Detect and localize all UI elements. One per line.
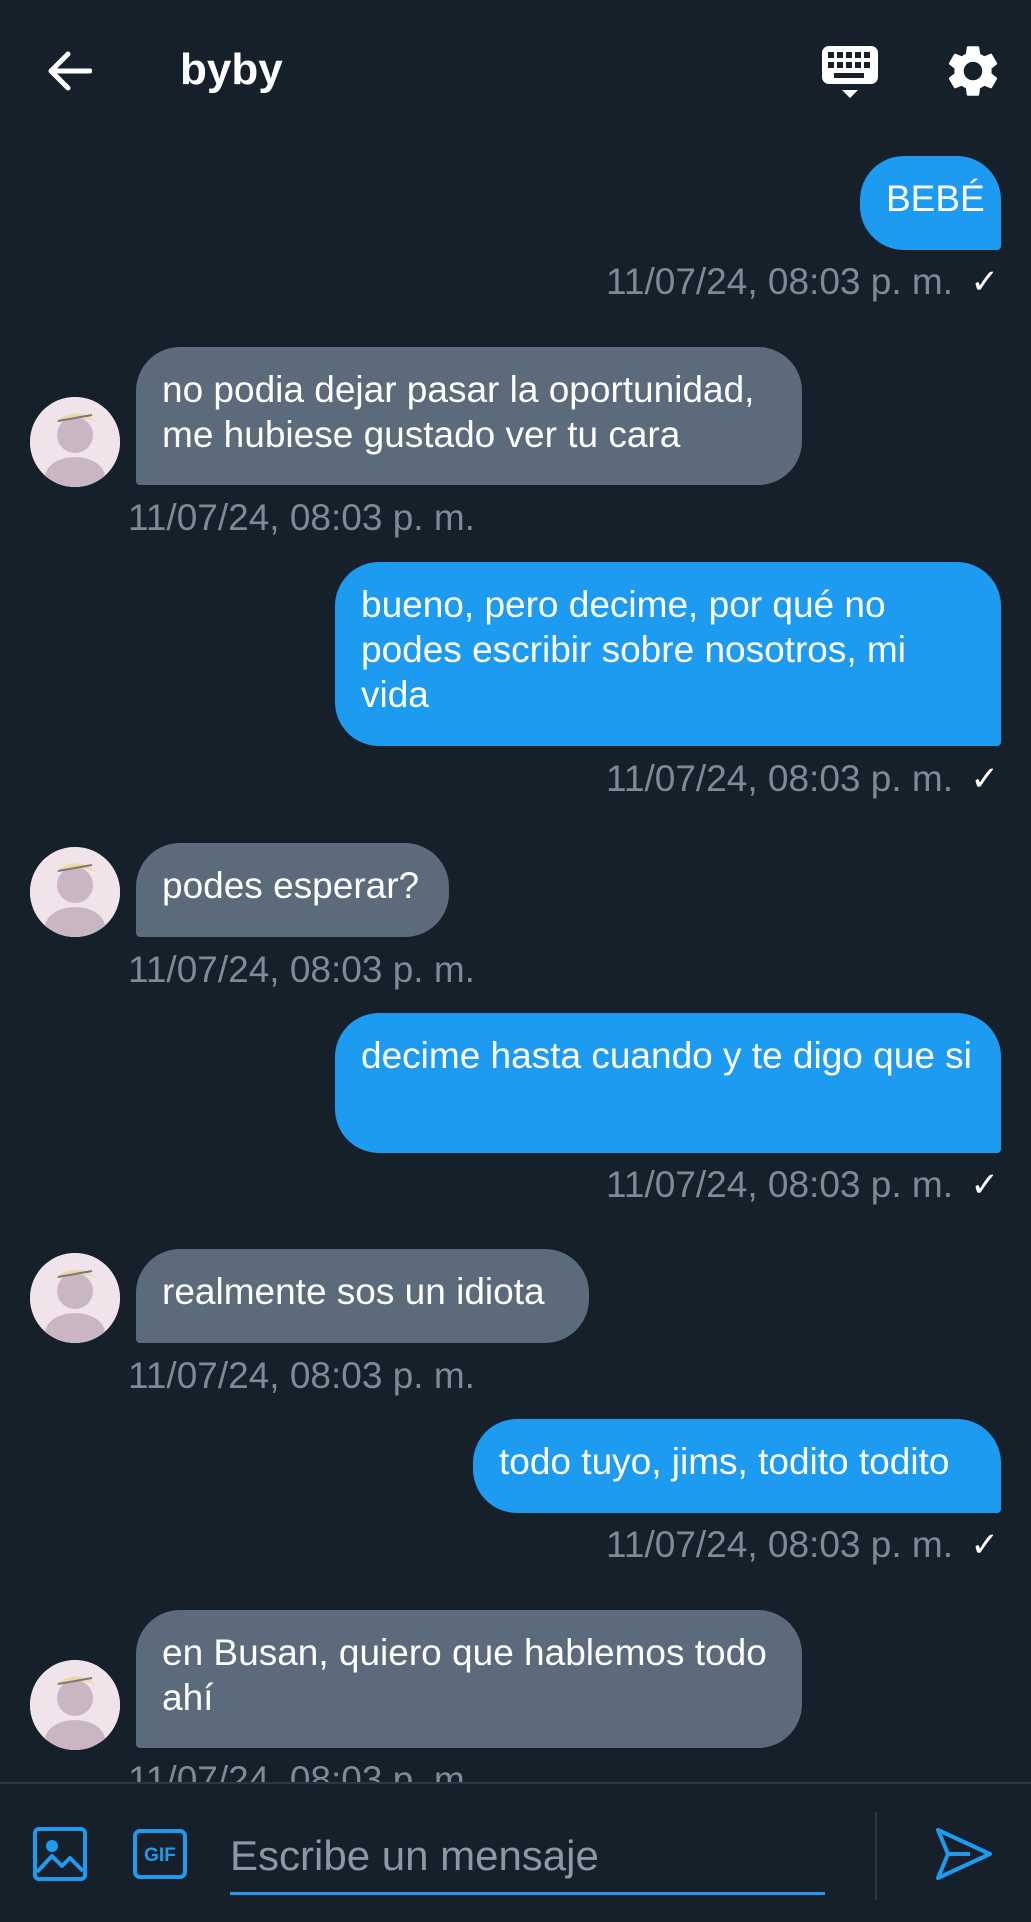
composer-divider — [875, 1812, 877, 1900]
message-timestamp: 11/07/24, 08:03 p. m. — [606, 1164, 953, 1205]
outgoing-message[interactable]: BEBÉ — [860, 156, 1001, 250]
message-text: realmente sos un idiota — [162, 1271, 545, 1312]
message-text: bueno, pero decime, por qué no podes esc… — [361, 584, 906, 715]
gear-icon — [948, 46, 998, 96]
message-text: decime hasta cuando y te digo que si — [361, 1035, 972, 1076]
message-text: no podia dejar pasar la oportunidad, me … — [162, 369, 755, 455]
message-timestamp: 11/07/24, 08:03 p. m. — [128, 497, 475, 538]
avatar[interactable] — [30, 1660, 120, 1750]
gif-label: GIF — [144, 1845, 176, 1866]
incoming-message[interactable]: no podia dejar pasar la oportunidad, me … — [136, 347, 802, 485]
message-text: en Busan, quiero que hablemos todo ahí — [162, 1632, 767, 1718]
chat-header: byby — [0, 0, 1031, 140]
avatar-image — [30, 1253, 120, 1343]
avatar-image — [30, 847, 120, 937]
sent-check-icon: ✓ — [970, 263, 1000, 301]
incoming-message[interactable]: podes esperar? — [136, 843, 449, 937]
message-timestamp: 11/07/24, 08:03 p. m. — [606, 758, 953, 799]
avatar[interactable] — [30, 1253, 120, 1343]
incoming-message[interactable]: realmente sos un idiota — [136, 1249, 589, 1343]
message-input[interactable] — [230, 1820, 825, 1895]
back-button[interactable] — [38, 40, 100, 102]
message-text: BEBÉ — [886, 178, 985, 219]
message-timestamp: 11/07/24, 08:03 p. m. — [606, 1524, 953, 1565]
send-button[interactable] — [934, 1826, 994, 1882]
gif-button[interactable]: GIF — [132, 1828, 188, 1880]
arrow-left-icon — [48, 51, 92, 91]
avatar-image — [30, 397, 120, 487]
conversation-title: byby — [180, 45, 283, 94]
image-icon — [33, 1827, 87, 1881]
incoming-message[interactable]: en Busan, quiero que hablemos todo ahí — [136, 1610, 802, 1748]
message-text: todo tuyo, jims, todito todito — [499, 1441, 950, 1482]
message-text: podes esperar? — [162, 865, 420, 906]
message-timestamp: 11/07/24, 08:03 p. m. — [128, 1355, 475, 1396]
outgoing-message[interactable]: decime hasta cuando y te digo que si — [335, 1013, 1001, 1153]
sent-check-icon: ✓ — [970, 1526, 1000, 1564]
keyboard-icon — [822, 46, 878, 98]
message-timestamp: 11/07/24, 08:03 p. m. — [606, 261, 953, 302]
settings-button[interactable] — [942, 40, 1004, 102]
outgoing-message[interactable]: todo tuyo, jims, todito todito — [473, 1419, 1001, 1513]
sent-check-icon: ✓ — [970, 1166, 1000, 1204]
avatar[interactable] — [30, 397, 120, 487]
gif-icon: GIF — [133, 1829, 187, 1879]
sent-check-icon: ✓ — [970, 760, 1000, 798]
keyboard-button[interactable] — [818, 40, 882, 104]
attach-image-button[interactable] — [32, 1826, 88, 1882]
outgoing-message[interactable]: bueno, pero decime, por qué no podes esc… — [335, 562, 1001, 746]
send-icon — [936, 1828, 992, 1880]
avatar-image — [30, 1660, 120, 1750]
avatar[interactable] — [30, 847, 120, 937]
message-timestamp: 11/07/24, 08:03 p. m. — [128, 949, 475, 990]
